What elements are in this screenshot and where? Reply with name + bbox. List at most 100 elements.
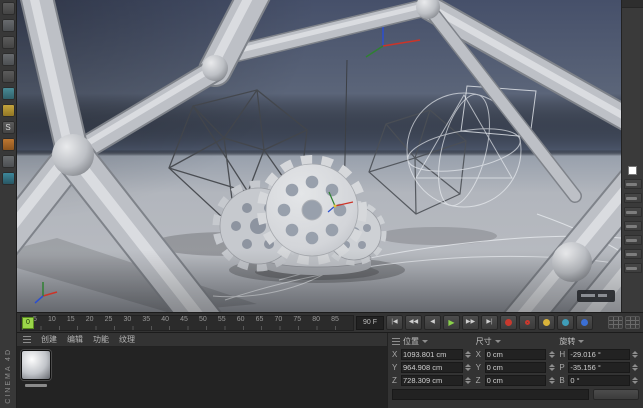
position-y-field[interactable]: 964.908 cm bbox=[401, 362, 463, 373]
tick-label: 60 bbox=[236, 315, 245, 323]
rotation-h-field[interactable]: -29.016 ° bbox=[568, 349, 630, 360]
axis-label: Y bbox=[392, 363, 398, 372]
chevron-down-icon bbox=[422, 339, 428, 343]
layout-grid-icon[interactable] bbox=[608, 316, 623, 329]
spinner-icon[interactable] bbox=[465, 362, 472, 373]
record-keyframe-button[interactable] bbox=[500, 315, 517, 330]
size-y-field[interactable]: 0 cm bbox=[484, 362, 547, 373]
axis-label: H bbox=[559, 350, 566, 359]
timeline-current-frame-knob[interactable]: 0 bbox=[22, 316, 34, 329]
material-list[interactable] bbox=[17, 347, 387, 408]
timeline-tick-labels: 5 10 15 20 25 30 35 40 45 50 55 60 65 70… bbox=[20, 315, 354, 331]
color-swatch[interactable] bbox=[628, 166, 637, 175]
play-button[interactable]: ▶ bbox=[443, 315, 460, 330]
points-mode-icon[interactable] bbox=[1, 70, 15, 83]
axis-label: Y bbox=[475, 363, 481, 372]
panel-menu-icon[interactable] bbox=[23, 336, 31, 343]
material-thumbnail[interactable] bbox=[21, 350, 51, 380]
snap-toggle-icon[interactable]: S bbox=[1, 121, 15, 134]
edges-mode-icon[interactable] bbox=[1, 87, 15, 100]
coordinates-manager: 位置 尺寸 旋转 X 1093.801 cm X 0 cm H -29.016 … bbox=[387, 333, 643, 408]
viewport-info-badge bbox=[577, 290, 615, 302]
solo-mode-icon[interactable] bbox=[1, 172, 15, 185]
size-z-field[interactable]: 0 cm bbox=[484, 375, 547, 386]
attribute-row[interactable] bbox=[623, 207, 642, 217]
keyframe-rotation-button[interactable] bbox=[576, 315, 593, 330]
axis-label: Z bbox=[475, 376, 481, 385]
spinner-icon[interactable] bbox=[548, 349, 555, 360]
attribute-row[interactable] bbox=[623, 235, 642, 245]
spinner-icon[interactable] bbox=[465, 375, 472, 386]
spinner-icon[interactable] bbox=[548, 375, 555, 386]
size-x-field[interactable]: 0 cm bbox=[484, 349, 547, 360]
position-x-field[interactable]: 1093.801 cm bbox=[401, 349, 463, 360]
spinner-icon[interactable] bbox=[465, 349, 472, 360]
timeline-ruler[interactable]: 5 10 15 20 25 30 35 40 45 50 55 60 65 70… bbox=[20, 314, 354, 331]
texture-mode-icon[interactable] bbox=[1, 36, 15, 49]
menu-create[interactable]: 创建 bbox=[41, 334, 57, 345]
autokey-icon bbox=[525, 320, 530, 325]
attribute-row[interactable] bbox=[623, 263, 642, 273]
next-frame-button[interactable]: ▶▶ bbox=[462, 315, 479, 330]
menu-function[interactable]: 功能 bbox=[93, 334, 109, 345]
polygons-mode-icon[interactable] bbox=[1, 104, 15, 117]
cinema4d-window: S CINEMA 4D 5 10 15 20 25 30 35 40 45 50… bbox=[0, 0, 643, 408]
tick-label: 70 bbox=[274, 315, 283, 323]
workplane-icon[interactable] bbox=[1, 53, 15, 66]
attribute-row[interactable] bbox=[623, 221, 642, 231]
size-section-title[interactable]: 尺寸 bbox=[476, 336, 492, 347]
left-tool-palette: S CINEMA 4D bbox=[0, 0, 17, 408]
end-frame-field[interactable]: 90 F bbox=[356, 315, 384, 330]
lock-axis-icon[interactable] bbox=[1, 155, 15, 168]
spinner-icon[interactable] bbox=[632, 375, 639, 386]
attribute-row[interactable] bbox=[623, 249, 642, 259]
menu-texture[interactable]: 纹理 bbox=[119, 334, 135, 345]
rotation-b-field[interactable]: 0 ° bbox=[568, 375, 630, 386]
axis-label: X bbox=[475, 350, 481, 359]
keyframe-position-button[interactable] bbox=[538, 315, 555, 330]
tick-label: 85 bbox=[331, 315, 339, 323]
rotation-section-title[interactable]: 旋转 bbox=[559, 336, 575, 347]
panel-menu-icon[interactable] bbox=[392, 337, 400, 345]
axis-label: X bbox=[392, 350, 398, 359]
attribute-panel-header bbox=[622, 0, 643, 8]
axis-label: P bbox=[559, 363, 565, 372]
previous-frame-button[interactable]: ◀ bbox=[424, 315, 441, 330]
axis-mode-icon[interactable] bbox=[1, 138, 15, 151]
spinner-icon[interactable] bbox=[632, 349, 639, 360]
attribute-row[interactable] bbox=[623, 193, 642, 203]
autokey-button[interactable] bbox=[519, 315, 536, 330]
tick-label: 45 bbox=[180, 315, 188, 323]
floor-vignette bbox=[17, 250, 621, 312]
chevron-down-icon bbox=[578, 339, 585, 343]
layout-grid-icon[interactable] bbox=[625, 316, 640, 329]
go-to-start-button[interactable]: |◀ bbox=[386, 315, 403, 330]
menu-edit[interactable]: 编辑 bbox=[67, 334, 83, 345]
previous-key-button[interactable]: ◀◀ bbox=[405, 315, 422, 330]
make-editable-icon[interactable] bbox=[1, 2, 15, 15]
coordinate-mode-dropdown[interactable] bbox=[392, 389, 589, 400]
chevron-down-icon bbox=[494, 339, 501, 343]
attribute-row[interactable] bbox=[623, 179, 642, 189]
scale-key-icon bbox=[562, 319, 569, 326]
position-section-title[interactable]: 位置 bbox=[403, 336, 419, 347]
keyframe-scale-button[interactable] bbox=[557, 315, 574, 330]
position-z-field[interactable]: 728.309 cm bbox=[401, 375, 463, 386]
record-icon bbox=[505, 319, 512, 326]
apply-button[interactable] bbox=[593, 389, 639, 400]
rotation-key-icon bbox=[581, 319, 588, 326]
tick-label: 20 bbox=[85, 315, 94, 323]
viewport-canvas[interactable] bbox=[17, 0, 621, 312]
tick-label: 40 bbox=[161, 315, 170, 323]
spinner-icon[interactable] bbox=[632, 362, 639, 373]
material-manager: 创建 编辑 功能 纹理 bbox=[17, 333, 387, 408]
tick-label: 80 bbox=[312, 315, 321, 323]
spinner-icon[interactable] bbox=[548, 362, 555, 373]
go-to-end-button[interactable]: ▶| bbox=[481, 315, 498, 330]
axis-label: Z bbox=[392, 376, 397, 385]
tick-label: 15 bbox=[66, 315, 75, 323]
material-manager-menubar: 创建 编辑 功能 纹理 bbox=[17, 333, 387, 347]
tick-label: 35 bbox=[142, 315, 151, 323]
rotation-p-field[interactable]: -35.156 ° bbox=[568, 362, 630, 373]
model-mode-icon[interactable] bbox=[1, 19, 15, 32]
